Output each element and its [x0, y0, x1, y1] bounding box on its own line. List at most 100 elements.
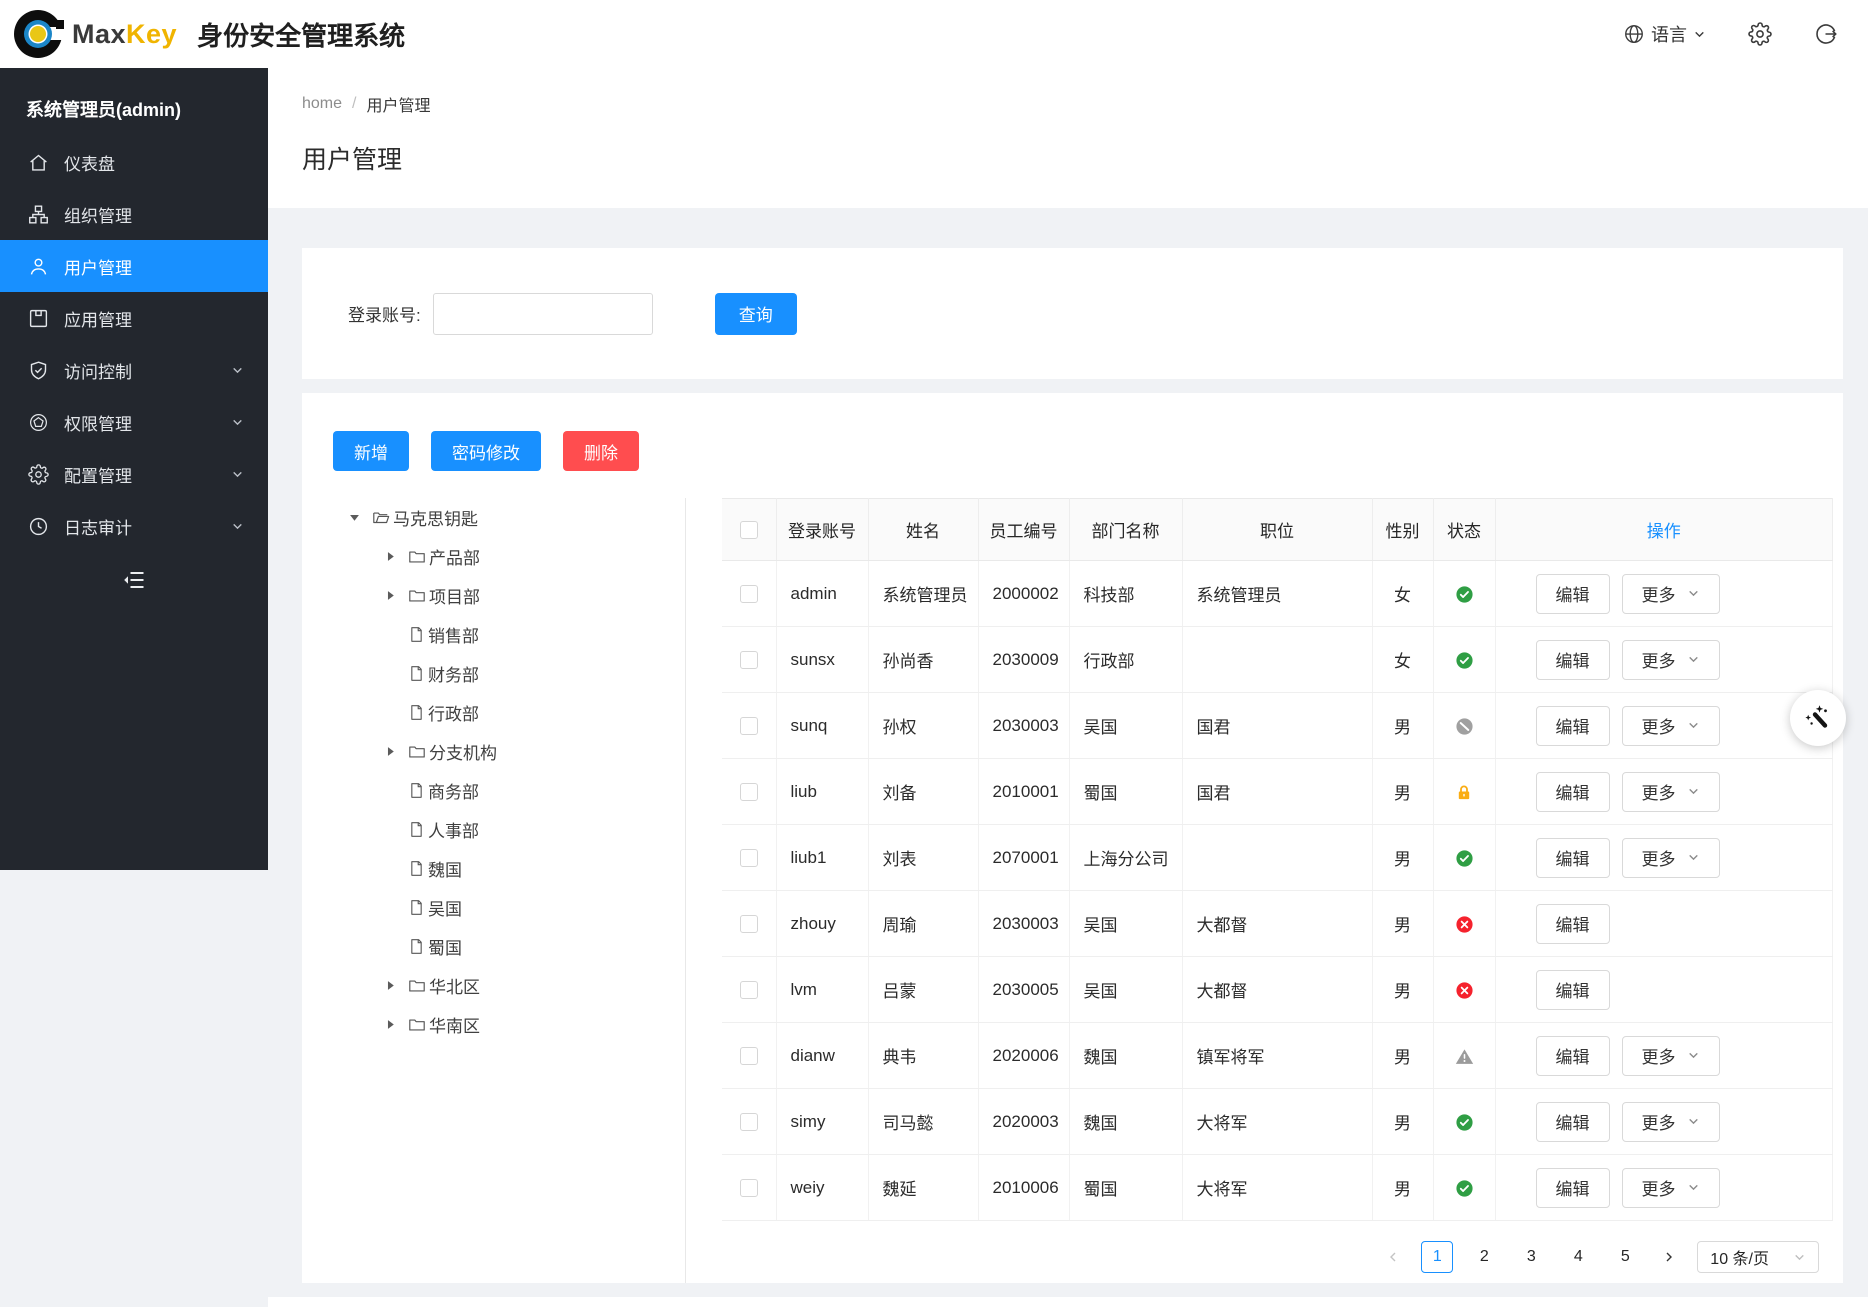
row-checkbox[interactable] — [740, 1113, 758, 1131]
user-management-panel: 新增 密码修改 删除 马克思钥匙产品部项目部销售部财务部行政部分支机构商务部人事… — [302, 393, 1843, 1283]
delete-button[interactable]: 删除 — [563, 431, 639, 471]
cell-actions: 编辑更多 — [1495, 561, 1833, 627]
tree-item[interactable]: 项目部 — [346, 576, 685, 615]
more-button[interactable]: 更多 — [1622, 772, 1720, 812]
caret-right-icon[interactable] — [382, 590, 398, 601]
caret-right-icon[interactable] — [382, 551, 398, 562]
select-all-checkbox[interactable] — [740, 521, 758, 539]
page-button-3[interactable]: 3 — [1515, 1241, 1547, 1273]
edit-button[interactable]: 编辑 — [1536, 1036, 1610, 1076]
tree-item[interactable]: 行政部 — [346, 693, 685, 732]
cell-position: 镇军将军 — [1182, 1023, 1372, 1089]
sidebar-item-dashboard[interactable]: 仪表盘 — [0, 136, 268, 188]
main-content: home / 用户管理 用户管理 登录账号: 查询 新增 密码修改 删除 马克思… — [268, 68, 1868, 1307]
more-button[interactable]: 更多 — [1622, 706, 1720, 746]
edit-button[interactable]: 编辑 — [1536, 838, 1610, 878]
row-checkbox[interactable] — [740, 981, 758, 999]
next-page-button[interactable] — [1656, 1241, 1682, 1273]
caret-down-icon[interactable] — [346, 512, 362, 523]
status-active-icon — [1456, 1114, 1473, 1131]
sidebar-item-audit[interactable]: 日志审计 — [0, 500, 268, 552]
folder-icon — [408, 1016, 426, 1034]
edit-button[interactable]: 编辑 — [1536, 1102, 1610, 1142]
page-button-5[interactable]: 5 — [1609, 1241, 1641, 1273]
row-checkbox[interactable] — [740, 717, 758, 735]
tree-item[interactable]: 人事部 — [346, 810, 685, 849]
cell-status — [1433, 1089, 1495, 1155]
change-password-button[interactable]: 密码修改 — [431, 431, 541, 471]
row-checkbox[interactable] — [740, 651, 758, 669]
page-button-4[interactable]: 4 — [1562, 1241, 1594, 1273]
tree-item[interactable]: 财务部 — [346, 654, 685, 693]
caret-right-icon[interactable] — [382, 1019, 398, 1030]
tree-item-label: 华南区 — [429, 1012, 480, 1037]
login-account-label: 登录账号: — [348, 301, 421, 326]
edit-button[interactable]: 编辑 — [1536, 904, 1610, 944]
language-menu[interactable]: 语言 — [1623, 21, 1706, 47]
row-checkbox[interactable] — [740, 585, 758, 603]
row-checkbox[interactable] — [740, 1047, 758, 1065]
page-button-1[interactable]: 1 — [1421, 1241, 1453, 1273]
tree-item[interactable]: 华南区 — [346, 1005, 685, 1044]
page-button-2[interactable]: 2 — [1468, 1241, 1500, 1273]
sidebar-item-users[interactable]: 用户管理 — [0, 240, 268, 292]
cell-status — [1433, 1023, 1495, 1089]
tree-item[interactable]: 产品部 — [346, 537, 685, 576]
tree-item[interactable]: 马克思钥匙 — [346, 498, 685, 537]
caret-right-icon[interactable] — [382, 980, 398, 991]
page-head: home / 用户管理 用户管理 — [268, 68, 1868, 208]
sidebar-item-configuration[interactable]: 配置管理 — [0, 448, 268, 500]
tree-item[interactable]: 商务部 — [346, 771, 685, 810]
collapse-sidebar-icon[interactable] — [122, 568, 146, 592]
row-checkbox[interactable] — [740, 849, 758, 867]
sidebar-item-access-control[interactable]: 访问控制 — [0, 344, 268, 396]
tree-item[interactable]: 分支机构 — [346, 732, 685, 771]
user-table: 登录账号姓名员工编号部门名称职位性别状态操作 admin系统管理员2000002… — [722, 498, 1833, 1221]
prev-page-button[interactable] — [1380, 1241, 1406, 1273]
toolbar: 新增 密码修改 删除 — [302, 393, 1843, 471]
edit-button[interactable]: 编辑 — [1536, 640, 1610, 680]
cell-checkbox — [722, 957, 776, 1023]
logout-icon[interactable] — [1814, 22, 1838, 46]
tree-item[interactable]: 销售部 — [346, 615, 685, 654]
more-button[interactable]: 更多 — [1622, 1036, 1720, 1076]
edit-button[interactable]: 编辑 — [1536, 574, 1610, 614]
caret-right-icon[interactable] — [382, 746, 398, 757]
cell-gender: 男 — [1372, 1089, 1433, 1155]
tree-item[interactable]: 蜀国 — [346, 927, 685, 966]
more-button[interactable]: 更多 — [1622, 640, 1720, 680]
row-checkbox[interactable] — [740, 1179, 758, 1197]
more-button[interactable]: 更多 — [1622, 838, 1720, 878]
cell-gender: 女 — [1372, 561, 1433, 627]
cell-actions: 编辑 — [1495, 957, 1833, 1023]
more-button[interactable]: 更多 — [1622, 574, 1720, 614]
add-button[interactable]: 新增 — [333, 431, 409, 471]
page-size-select[interactable]: 10 条/页 — [1697, 1241, 1819, 1273]
cell-position: 国君 — [1182, 693, 1372, 759]
row-checkbox[interactable] — [740, 783, 758, 801]
shield-check-icon — [28, 360, 49, 381]
login-account-input[interactable] — [433, 293, 653, 335]
edit-button[interactable]: 编辑 — [1536, 772, 1610, 812]
sidebar-item-permissions[interactable]: 权限管理 — [0, 396, 268, 448]
tree-item[interactable]: 华北区 — [346, 966, 685, 1005]
magic-wand-button[interactable] — [1790, 690, 1846, 746]
tree-item[interactable]: 魏国 — [346, 849, 685, 888]
edit-button[interactable]: 编辑 — [1536, 1168, 1610, 1208]
cell-employee-no: 2000002 — [978, 561, 1069, 627]
sidebar-item-applications[interactable]: 应用管理 — [0, 292, 268, 344]
sidebar-user-label: 系统管理员(admin) — [0, 68, 268, 136]
more-button[interactable]: 更多 — [1622, 1102, 1720, 1142]
split-area: 马克思钥匙产品部项目部销售部财务部行政部分支机构商务部人事部魏国吴国蜀国华北区华… — [302, 498, 1843, 1283]
tree-item-label: 项目部 — [429, 583, 480, 608]
edit-button[interactable]: 编辑 — [1536, 970, 1610, 1010]
settings-gear-icon[interactable] — [1748, 22, 1772, 46]
edit-button[interactable]: 编辑 — [1536, 706, 1610, 746]
row-checkbox[interactable] — [740, 915, 758, 933]
query-button[interactable]: 查询 — [715, 293, 797, 335]
cell-checkbox — [722, 693, 776, 759]
more-button[interactable]: 更多 — [1622, 1168, 1720, 1208]
sidebar-item-organizations[interactable]: 组织管理 — [0, 188, 268, 240]
breadcrumb-home-link[interactable]: home — [302, 95, 342, 113]
tree-item[interactable]: 吴国 — [346, 888, 685, 927]
